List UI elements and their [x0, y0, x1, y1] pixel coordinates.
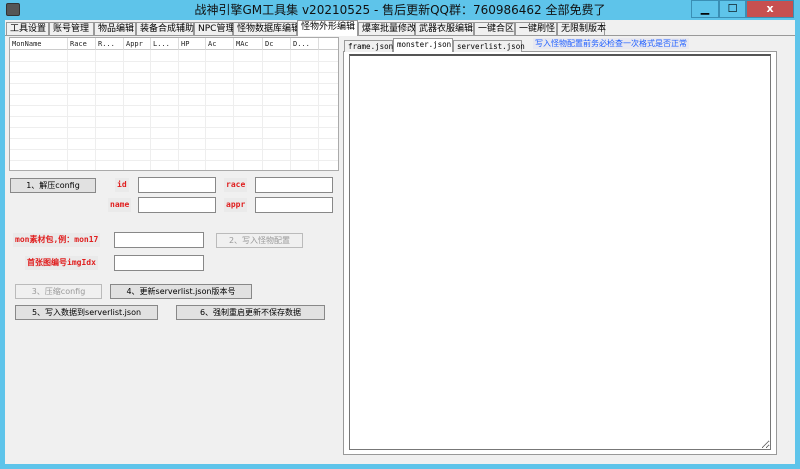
grid-col-line: [262, 50, 263, 170]
mon-package-input[interactable]: [114, 232, 204, 248]
compress-config-button[interactable]: 3、压缩config: [15, 284, 102, 299]
grid-col-line: [123, 50, 124, 170]
appr-input[interactable]: [255, 197, 333, 213]
unpack-config-button[interactable]: 1、解压config: [10, 178, 96, 193]
close-button[interactable]: x: [746, 0, 794, 18]
json-editor[interactable]: [349, 54, 771, 450]
tab-divider: [5, 35, 795, 36]
grid-column-header[interactable]: Ac: [206, 38, 234, 50]
name-input[interactable]: [138, 197, 216, 213]
tab-4[interactable]: NPC管理: [194, 22, 234, 36]
imgidx-input[interactable]: [114, 255, 204, 271]
grid-column-header[interactable]: Race: [68, 38, 96, 50]
monster-grid[interactable]: MonName Race R... Appr L... HP Ac MAc Dc D...: [9, 37, 339, 171]
tab-0[interactable]: 工具设置: [6, 22, 49, 36]
grid-column-header[interactable]: D...: [291, 38, 319, 50]
json-tab-0[interactable]: frame.json: [344, 40, 393, 52]
grid-col-line: [67, 50, 68, 170]
grid-column-header[interactable]: HP: [179, 38, 206, 50]
tab-9[interactable]: 一键合区: [474, 22, 515, 36]
json-tab-1[interactable]: monster.json: [393, 38, 453, 52]
grid-column-header[interactable]: MonName: [10, 38, 68, 50]
tab-5[interactable]: 怪物数据库编辑: [233, 22, 300, 36]
format-hint: 写入怪物配置前务必检查一次格式是否正常: [533, 38, 689, 49]
grid-col-line: [233, 50, 234, 170]
tab-8[interactable]: 武器衣服编辑: [415, 22, 474, 36]
grid-col-line: [318, 50, 319, 170]
race-input[interactable]: [255, 177, 333, 193]
grid-column-header[interactable]: Appr: [124, 38, 151, 50]
id-input[interactable]: [138, 177, 216, 193]
tab-6[interactable]: 怪物外形编辑: [297, 20, 358, 36]
json-tab-2[interactable]: serverlist.json: [453, 40, 525, 52]
name-label: name: [108, 198, 132, 212]
id-label: id: [115, 178, 129, 192]
tab-7[interactable]: 爆率批量修改: [358, 22, 416, 36]
grid-column-header[interactable]: Dc: [263, 38, 291, 50]
race-label: race: [224, 178, 248, 192]
grid-column-header[interactable]: L...: [151, 38, 179, 50]
imgidx-label: 首张图编号imgIdx: [25, 256, 98, 270]
tab-1[interactable]: 账号管理: [49, 22, 94, 36]
grid-col-line: [95, 50, 96, 170]
write-serverlist-button[interactable]: 5、写入数据到serverlist.json: [15, 305, 158, 320]
mon-package-label: mon素材包,例：mon17: [13, 233, 101, 247]
minimize-button[interactable]: ▁: [691, 0, 719, 18]
tab-3[interactable]: 装备合成辅助: [136, 22, 194, 36]
tab-11[interactable]: 无限制版本: [557, 22, 606, 36]
window-title: 战神引擎GM工具集 v20210525 - 售后更新QQ群：760986462 …: [194, 3, 606, 17]
grid-col-line: [290, 50, 291, 170]
grid-col-line: [178, 50, 179, 170]
grid-col-line: [150, 50, 151, 170]
maximize-button[interactable]: ☐: [719, 0, 746, 18]
appr-label: appr: [224, 198, 248, 212]
write-monster-config-button[interactable]: 2、写入怪物配置: [216, 233, 303, 248]
grid-column-header[interactable]: [319, 38, 338, 50]
grid-column-header[interactable]: MAc: [234, 38, 263, 50]
grid-col-line: [205, 50, 206, 170]
update-serverlist-version-button[interactable]: 4、更新serverlist.json版本号: [110, 284, 252, 299]
grid-column-header[interactable]: R...: [96, 38, 124, 50]
force-restart-button[interactable]: 6、强制重启更新不保存数据: [176, 305, 325, 320]
tab-2[interactable]: 物品编辑: [94, 22, 136, 36]
tab-10[interactable]: 一键刷怪: [515, 22, 557, 36]
